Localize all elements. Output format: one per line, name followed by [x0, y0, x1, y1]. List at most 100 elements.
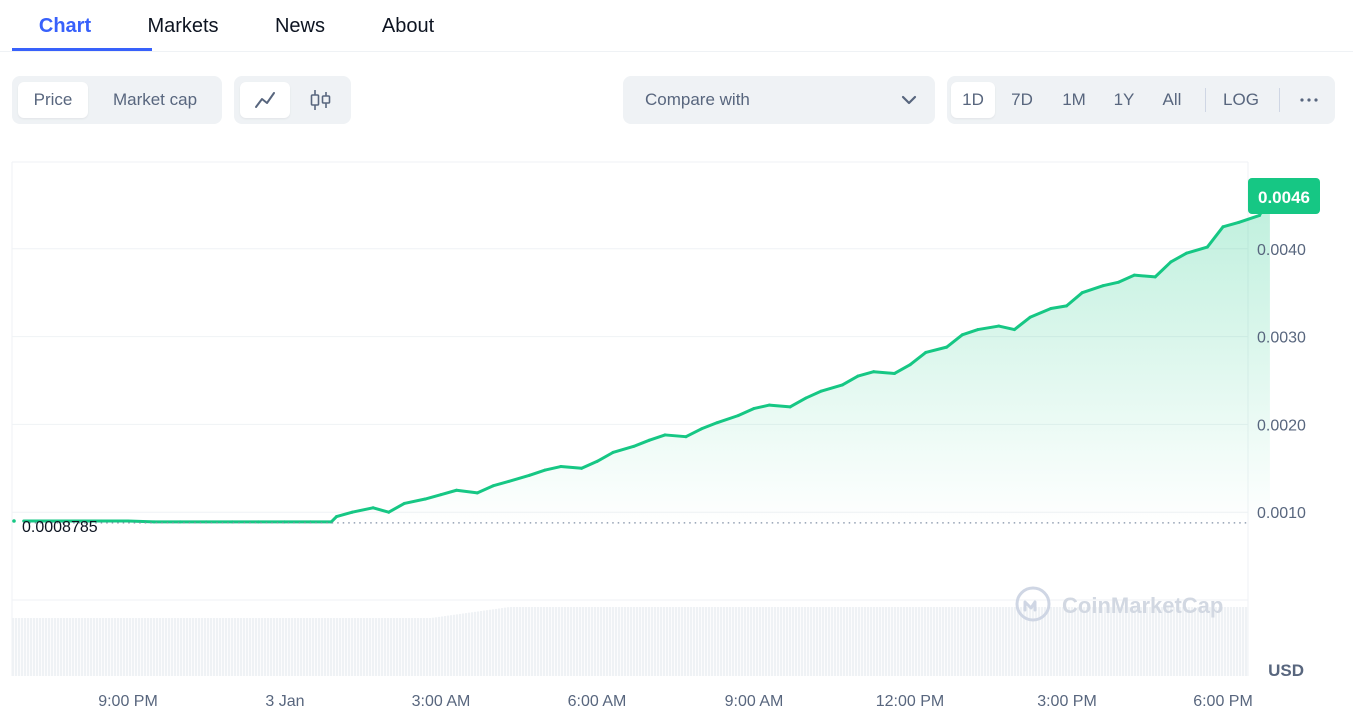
volume-bar	[630, 607, 633, 676]
price-chart[interactable]: CoinMarketCap 0.0010 0.0020 0.0030 0.0040 9…	[0, 150, 1353, 724]
range-1m-button[interactable]: 1M	[1049, 82, 1099, 118]
candlestick-button[interactable]	[296, 82, 346, 118]
currency-label: USD	[1268, 661, 1304, 680]
volume-bar	[159, 618, 162, 676]
volume-bar	[570, 607, 573, 676]
volume-bar	[144, 618, 147, 676]
volume-bar	[900, 607, 903, 676]
volume-bar	[684, 607, 687, 676]
volume-bar	[681, 607, 684, 676]
range-1y-button[interactable]: 1Y	[1103, 82, 1145, 118]
volume-bar	[78, 618, 81, 676]
volume-bar	[327, 618, 330, 676]
volume-bar	[888, 607, 891, 676]
volume-bar	[543, 607, 546, 676]
volume-bar	[417, 618, 420, 676]
volume-bar	[282, 618, 285, 676]
volume-bar	[291, 618, 294, 676]
open-price-dot	[12, 519, 16, 523]
volume-bar	[801, 607, 804, 676]
volume-bar	[546, 607, 549, 676]
volume-bar	[108, 618, 111, 676]
volume-bar	[243, 618, 246, 676]
volume-bar	[735, 607, 738, 676]
more-options-button[interactable]	[1287, 82, 1331, 118]
volume-bar	[477, 611, 480, 676]
log-scale-button[interactable]: LOG	[1213, 82, 1269, 118]
volume-bar	[276, 618, 279, 676]
volume-bar	[738, 607, 741, 676]
volume-bar	[534, 607, 537, 676]
volume-bar	[870, 607, 873, 676]
volume-bar	[1047, 607, 1050, 676]
price-area-fill	[23, 196, 1270, 523]
volume-bar	[195, 618, 198, 676]
tab-about[interactable]: About	[360, 0, 456, 52]
volume-bar	[747, 607, 750, 676]
volume-bar	[465, 613, 468, 676]
volume-bar	[723, 607, 726, 676]
volume-bar	[123, 618, 126, 676]
volume-bar	[1050, 607, 1053, 676]
volume-bar	[909, 607, 912, 676]
volume-bar	[48, 618, 51, 676]
volume-bar	[228, 618, 231, 676]
volume-bar	[150, 618, 153, 676]
chart-style-toggle	[234, 76, 351, 124]
volume-bar	[912, 607, 915, 676]
volume-bar	[651, 607, 654, 676]
volume-bar	[402, 618, 405, 676]
volume-bar	[201, 618, 204, 676]
volume-bar	[339, 618, 342, 676]
volume-bar	[726, 607, 729, 676]
volume-bar	[348, 618, 351, 676]
range-1d-button[interactable]: 1D	[951, 82, 995, 118]
volume-bar	[102, 618, 105, 676]
volume-bar	[204, 618, 207, 676]
volume-bar	[36, 618, 39, 676]
price-toggle-button[interactable]: Price	[18, 82, 88, 118]
x-tick-label: 3:00 AM	[412, 693, 471, 710]
x-tick-label: 3:00 PM	[1037, 693, 1097, 710]
range-all-button[interactable]: All	[1149, 82, 1195, 118]
volume-bar	[636, 607, 639, 676]
open-price-label: 0.0008785	[22, 519, 98, 536]
volume-bar	[993, 607, 996, 676]
volume-bar	[333, 618, 336, 676]
compare-with-dropdown[interactable]: Compare with	[623, 76, 935, 124]
volume-bar	[714, 607, 717, 676]
tab-news[interactable]: News	[250, 0, 350, 52]
volume-bar	[93, 618, 96, 676]
volume-bar	[255, 618, 258, 676]
volume-bar	[657, 607, 660, 676]
volume-bar	[486, 610, 489, 676]
market-cap-toggle-button[interactable]: Market cap	[94, 82, 216, 118]
volume-bar	[924, 607, 927, 676]
volume-bar	[522, 607, 525, 676]
volume-bar	[318, 618, 321, 676]
volume-bar	[264, 618, 267, 676]
line-chart-button[interactable]	[240, 82, 290, 118]
volume-bar	[987, 607, 990, 676]
tab-chart[interactable]: Chart	[12, 0, 118, 52]
volume-bar	[432, 617, 435, 676]
volume-bar	[564, 607, 567, 676]
volume-bar	[504, 607, 507, 676]
volume-bar	[408, 618, 411, 676]
volume-bar	[897, 607, 900, 676]
tab-markets[interactable]: Markets	[130, 0, 236, 52]
volume-bar	[237, 618, 240, 676]
volume-bar	[381, 618, 384, 676]
volume-bar	[132, 618, 135, 676]
x-tick-label: 9:00 AM	[725, 693, 784, 710]
volume-bar	[849, 607, 852, 676]
volume-bar	[828, 607, 831, 676]
volume-bar	[732, 607, 735, 676]
volume-bar	[582, 607, 585, 676]
volume-bar	[585, 607, 588, 676]
volume-bar	[1035, 607, 1038, 676]
volume-bar	[189, 618, 192, 676]
volume-bar	[129, 618, 132, 676]
volume-bar	[717, 607, 720, 676]
range-7d-button[interactable]: 7D	[999, 82, 1045, 118]
